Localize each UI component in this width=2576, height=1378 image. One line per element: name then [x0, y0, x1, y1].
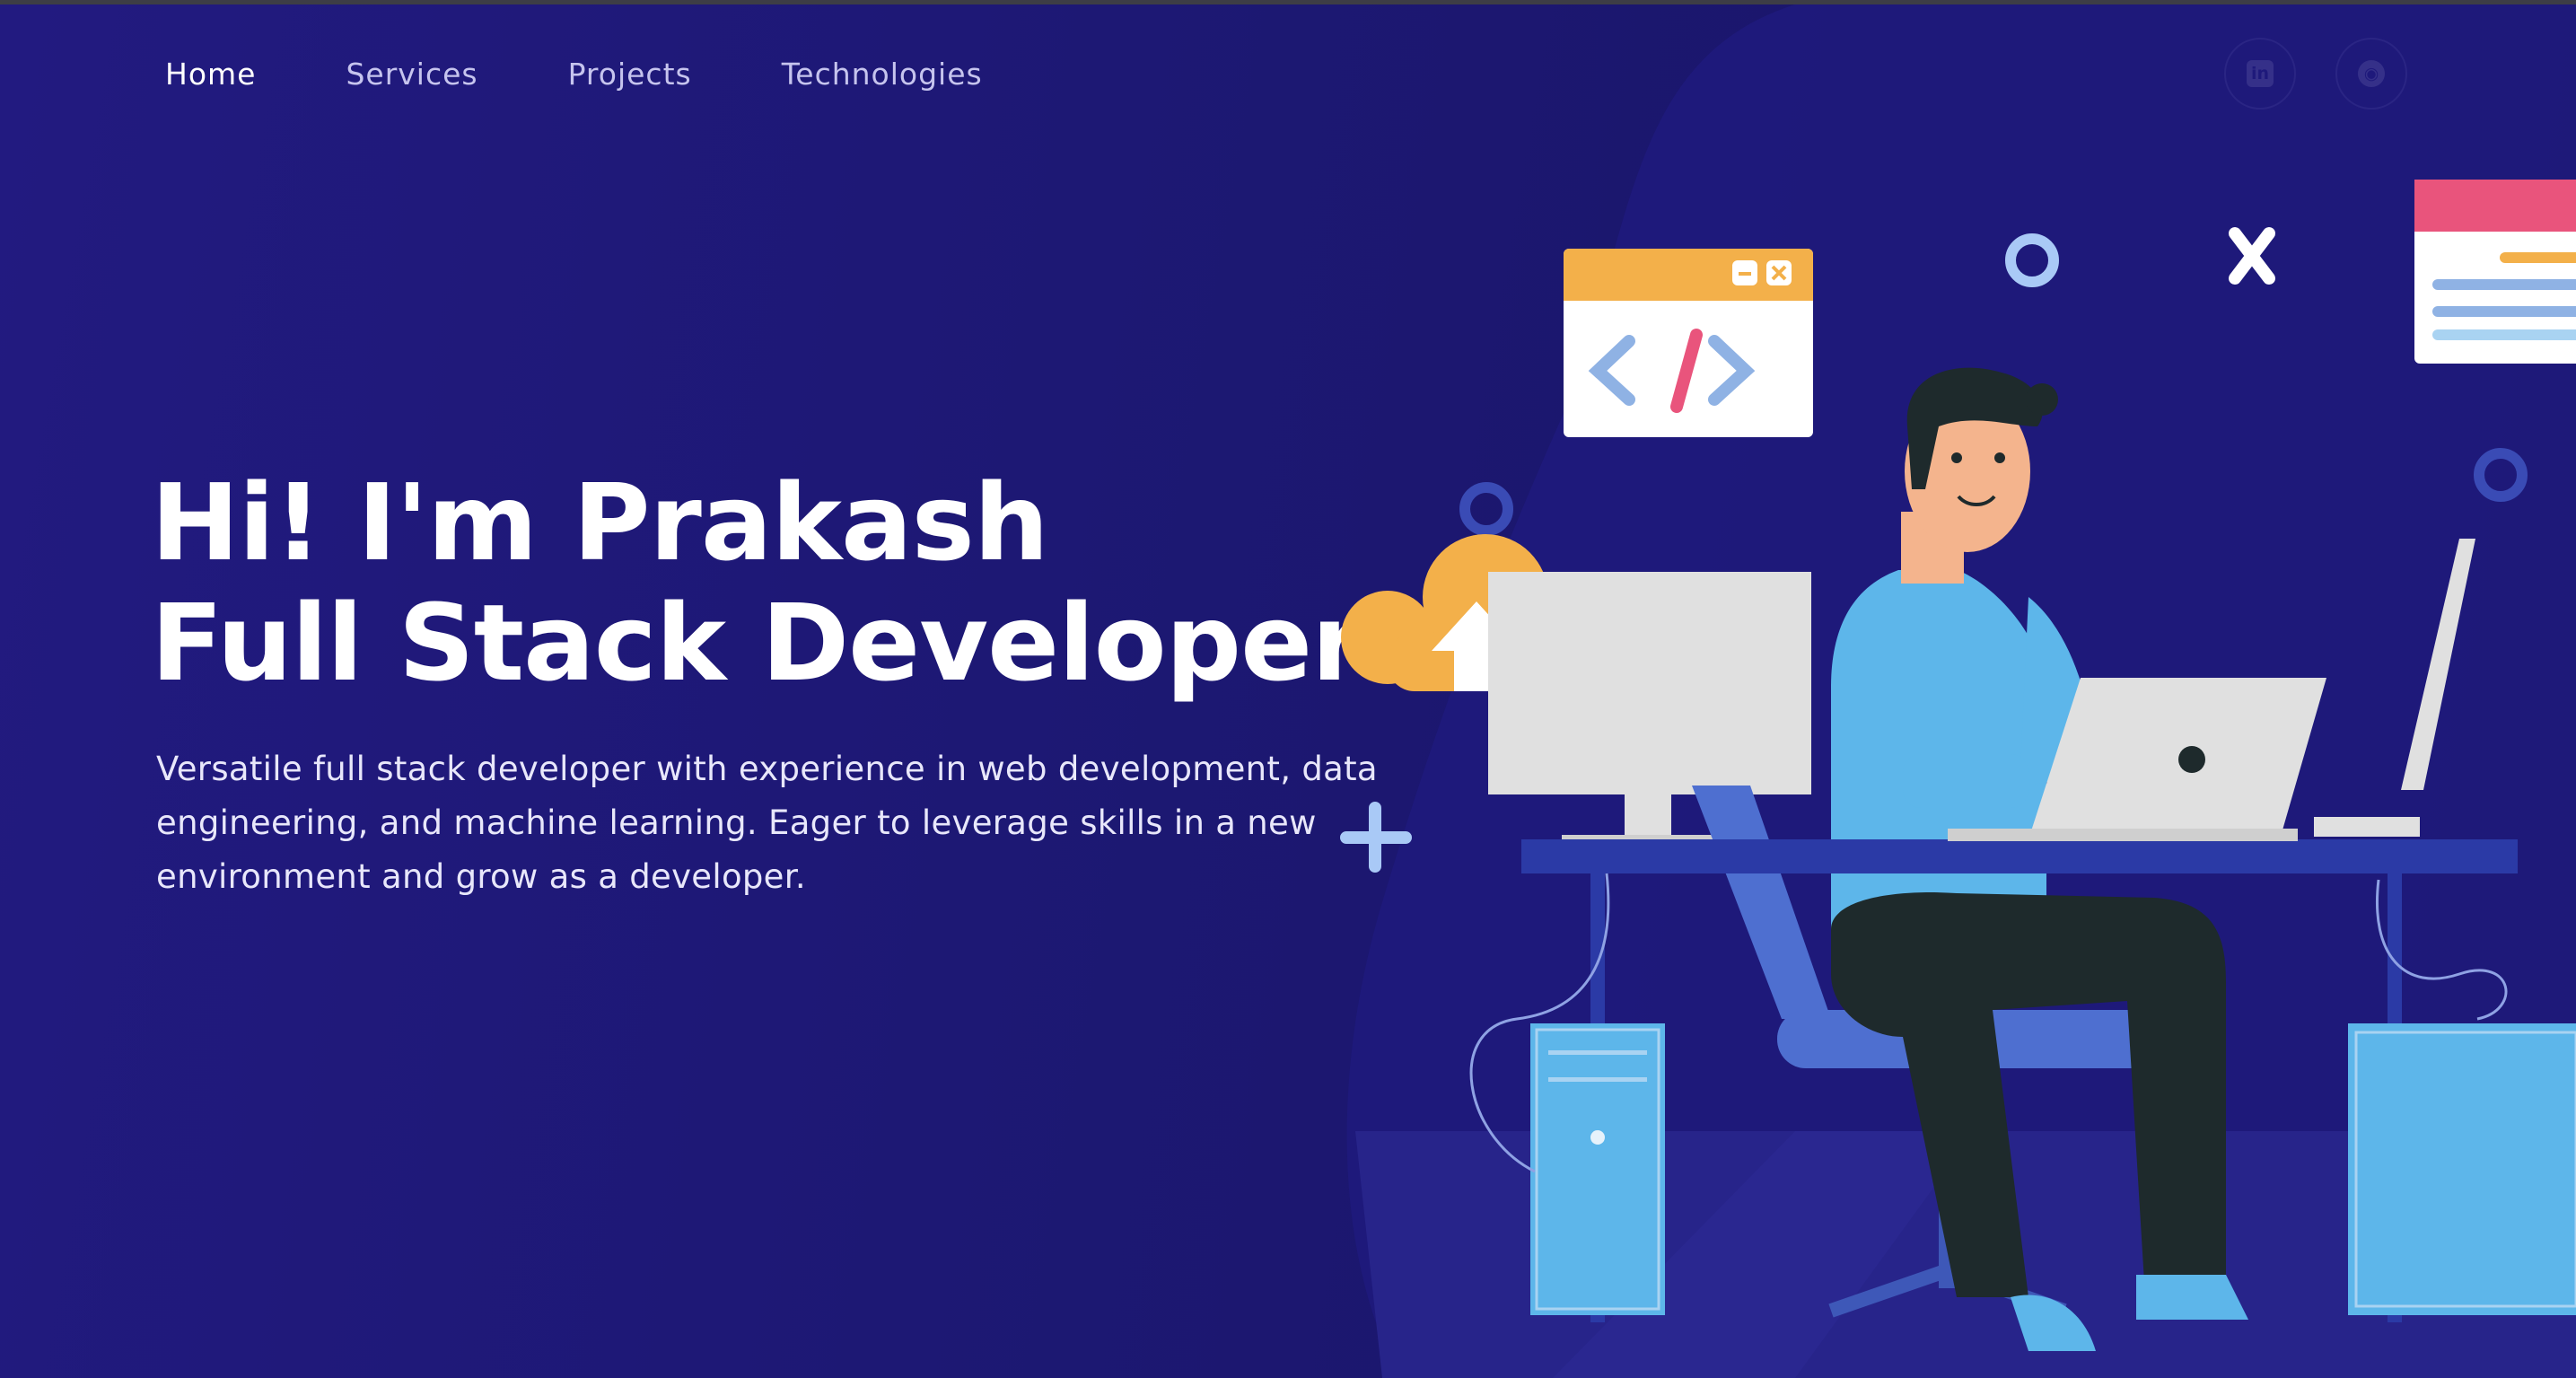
computer-tower: [1530, 1023, 1665, 1315]
nav-services[interactable]: Services: [346, 57, 478, 92]
nav-projects[interactable]: Projects: [568, 57, 692, 92]
hero-title: Hi! I'm Prakash Full Stack Developer: [151, 461, 1363, 705]
developer-illustration: [1340, 4, 2576, 1378]
code-window-card: [1564, 249, 1813, 437]
hero-intro: Versatile full stack developer with expe…: [156, 750, 1378, 896]
hero-section: Home Services Projects Technologies in ◉…: [0, 4, 2576, 1378]
nav-home[interactable]: Home: [165, 57, 256, 92]
hero-greeting: Hi! I'm Prakash: [151, 461, 1049, 584]
document-card: [2414, 180, 2576, 364]
computer-tower: [2348, 1023, 2576, 1315]
hero-role: Full Stack Developer: [151, 581, 1363, 705]
main-nav: Home Services Projects Technologies: [165, 57, 1073, 92]
ring-decoration: [1459, 482, 1513, 536]
nav-technologies[interactable]: Technologies: [782, 57, 983, 92]
